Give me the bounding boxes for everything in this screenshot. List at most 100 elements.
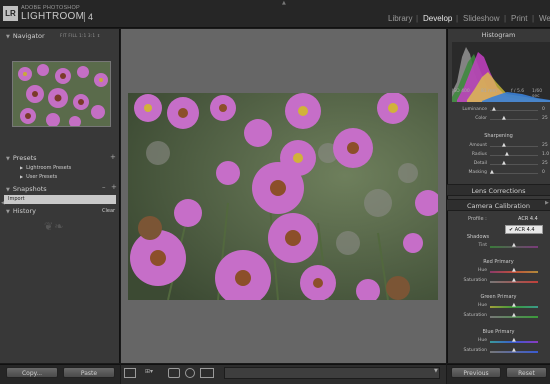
masking-label: Masking <box>468 170 487 175</box>
brand-title: LIGHTROOM <box>21 11 85 22</box>
presets-title: Presets <box>12 154 37 162</box>
radius-value[interactable]: 1.0 <box>542 152 549 157</box>
radius-slider[interactable] <box>490 155 538 156</box>
collapse-right-panel-icon[interactable]: ▶ <box>545 200 549 206</box>
slider-knob-icon[interactable]: ▲ <box>512 243 516 248</box>
masking-value[interactable]: 0 <box>542 170 545 175</box>
remove-snapshot-button[interactable]: – <box>102 183 106 191</box>
slider-knob-icon[interactable]: ▲ <box>502 143 506 148</box>
expanded-triangle-icon: ▼ <box>6 187 10 193</box>
preset-folder-label: Lightroom Presets <box>26 165 72 171</box>
histogram-aperture: f / 5.6 <box>511 89 525 94</box>
color-value[interactable]: 25 <box>542 116 548 121</box>
snapshots-title: Snapshots <box>12 185 47 193</box>
copy-button[interactable]: Copy... <box>6 367 58 378</box>
detail-label: Detail <box>473 161 487 166</box>
crop-overlay-icon[interactable] <box>168 368 180 378</box>
green-saturation-label: Saturation <box>463 313 487 318</box>
presets-header[interactable]: ▼ Presets <box>0 152 120 164</box>
collapsed-triangle-icon: ▶ <box>20 174 24 179</box>
red-eye-icon[interactable] <box>200 368 214 378</box>
preset-folder[interactable]: ▶ User Presets <box>12 173 116 181</box>
slider-knob-icon[interactable]: ▲ <box>512 268 516 273</box>
detail-value[interactable]: 25 <box>542 161 548 166</box>
add-snapshot-button[interactable]: + <box>111 183 117 191</box>
color-label: Color <box>475 116 487 121</box>
flower-photo-image <box>128 93 438 300</box>
snapshot-item[interactable]: Import <box>4 195 116 204</box>
slider-knob-icon[interactable]: ▲ <box>512 278 516 283</box>
red-hue-label: Hue <box>477 268 487 273</box>
module-separator: | <box>416 14 419 23</box>
red-saturation-label: Saturation <box>463 278 487 283</box>
slider-knob-icon[interactable]: ▲ <box>512 348 516 353</box>
collapsed-triangle-icon: ▶ <box>20 165 24 170</box>
module-library[interactable]: Library <box>388 14 412 23</box>
profile-label: Profile : <box>468 216 487 222</box>
slider-knob-icon[interactable]: ▲ <box>502 161 506 166</box>
green-primary-title: Green Primary <box>480 294 517 300</box>
color-slider[interactable] <box>490 119 538 120</box>
blue-hue-label: Hue <box>477 338 487 343</box>
brand-version: 4 <box>88 12 94 22</box>
luminance-value[interactable]: 0 <box>542 107 545 112</box>
histogram-title[interactable]: Histogram <box>447 29 550 41</box>
amount-slider[interactable] <box>490 146 538 147</box>
navigator-thumbnail-image <box>13 62 110 126</box>
expanded-triangle-icon: ▼ <box>6 209 10 215</box>
loupe-view-icon[interactable] <box>124 368 136 378</box>
blue-primary-title: Blue Primary <box>482 329 515 335</box>
luminance-label: Luminance <box>462 107 487 112</box>
profile-dropdown-menu-item[interactable]: ✔ ACR 4.4 <box>505 225 543 234</box>
slider-knob-icon[interactable]: ▲ <box>505 152 509 157</box>
clear-history-button[interactable]: Clear <box>102 208 115 214</box>
preset-folder-label: User Presets <box>26 174 58 180</box>
history-title: History <box>12 207 36 215</box>
expanded-triangle-icon: ▼ <box>6 34 10 40</box>
detail-slider[interactable] <box>490 164 538 165</box>
expanded-triangle-icon: ▼ <box>6 156 10 162</box>
profile-value[interactable]: ACR 4.4 <box>518 216 538 222</box>
histogram-shutter: 1/60 sec <box>532 89 543 99</box>
paste-button[interactable]: Paste <box>63 367 115 378</box>
module-web[interactable]: We <box>539 14 550 23</box>
before-after-icon[interactable]: ⊞▾ <box>142 368 156 378</box>
camera-calibration-header[interactable]: Camera Calibration <box>447 199 550 211</box>
chevron-down-icon[interactable]: ▼ <box>434 368 438 374</box>
amount-value[interactable]: 25 <box>542 143 548 148</box>
toolbar-content-selector[interactable] <box>224 367 440 379</box>
slider-knob-icon[interactable]: ▲ <box>492 107 496 112</box>
module-print[interactable]: Print <box>511 14 527 23</box>
green-hue-label: Hue <box>477 303 487 308</box>
masking-slider[interactable] <box>490 173 538 174</box>
red-primary-title: Red Primary <box>483 259 514 265</box>
module-slideshow[interactable]: Slideshow <box>463 14 499 23</box>
spot-removal-icon[interactable] <box>185 368 195 378</box>
shadows-tint-label: Tint <box>478 243 487 248</box>
module-separator: | <box>504 14 507 23</box>
reset-button[interactable]: Reset <box>506 367 547 378</box>
navigator-zoom-options[interactable]: FIT FILL 1:1 3:1 ⇕ <box>60 33 101 38</box>
module-separator: | <box>456 14 459 23</box>
blue-saturation-label: Saturation <box>463 348 487 353</box>
slider-knob-icon[interactable]: ▲ <box>512 338 516 343</box>
previous-button[interactable]: Previous <box>451 367 501 378</box>
slider-knob-icon[interactable]: ▲ <box>502 116 506 121</box>
luminance-slider[interactable] <box>490 110 538 111</box>
navigator-thumbnail[interactable] <box>12 61 111 127</box>
main-photo[interactable] <box>128 93 438 300</box>
preset-folder[interactable]: ▶ Lightroom Presets <box>12 164 116 172</box>
lens-corrections-header[interactable]: Lens Corrections <box>447 184 550 196</box>
module-separator: | <box>532 14 535 23</box>
histogram-iso: ISO 400 <box>452 89 470 94</box>
module-develop[interactable]: Develop <box>423 14 452 23</box>
navigator-title: Navigator <box>12 32 45 40</box>
lightroom-logo: LR <box>3 6 18 21</box>
brand-divider <box>84 12 85 22</box>
slider-knob-icon[interactable]: ▲ <box>512 303 516 308</box>
sharpening-title: Sharpening <box>484 133 513 139</box>
slider-knob-icon[interactable]: ▲ <box>512 313 516 318</box>
add-preset-button[interactable]: + <box>110 153 116 161</box>
slider-knob-icon[interactable]: ▲ <box>490 170 494 175</box>
collapse-top-panel-icon[interactable]: ▲ <box>282 0 286 6</box>
